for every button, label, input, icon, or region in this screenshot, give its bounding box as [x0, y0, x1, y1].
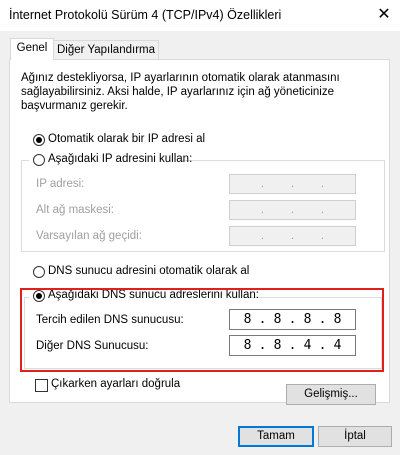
tab-genel[interactable]: Genel	[10, 38, 54, 60]
radio-ip-manual[interactable]	[33, 154, 45, 166]
tab-diger-yapilandirma[interactable]: Diğer Yapılandırma	[53, 40, 159, 60]
alternate-dns-label: Diğer DNS Sunucusu:	[36, 340, 149, 352]
alternate-dns-input[interactable]: 8.8.4.4	[229, 335, 356, 356]
ip-address-label: IP adresi:	[36, 178, 85, 190]
ok-button[interactable]: Tamam	[238, 426, 314, 447]
radio-dns-auto[interactable]	[33, 266, 45, 278]
default-gateway-label: Varsayılan ağ geçidi:	[36, 230, 142, 242]
preferred-dns-input[interactable]: 8.8.8.8	[229, 309, 356, 330]
subnet-mask-input[interactable]: ...	[229, 200, 356, 220]
subnet-mask-label: Alt ağ maskesi:	[36, 204, 114, 216]
radio-dns-auto-label: DNS sunucu adresini otomatik olarak al	[48, 265, 250, 277]
radio-ip-auto[interactable]	[33, 134, 45, 146]
preferred-dns-label: Tercih edilen DNS sunucusu:	[36, 314, 184, 326]
description-text: Ağınız destekliyorsa, IP ayarlarının oto…	[21, 72, 340, 112]
radio-ip-auto-label: Otomatik olarak bir IP adresi al	[48, 133, 206, 145]
advanced-button[interactable]: Gelişmiş...	[286, 384, 376, 405]
ip-address-input[interactable]: ...	[229, 174, 356, 194]
radio-dns-manual-label: Aşağıdaki DNS sunucu adreslerini kullan:	[48, 289, 259, 301]
close-icon[interactable]: ✕	[372, 3, 396, 27]
default-gateway-input[interactable]: ...	[229, 226, 356, 246]
validate-label: Çıkarken ayarları doğrula	[51, 378, 181, 390]
radio-ip-manual-label: Aşağıdaki IP adresini kullan:	[48, 153, 193, 165]
dns-manual-group	[24, 297, 382, 369]
cancel-button[interactable]: İptal	[318, 426, 392, 447]
window-title: İnternet Protokolü Sürüm 4 (TCP/IPv4) Öz…	[9, 8, 282, 22]
radio-dns-manual[interactable]	[33, 290, 45, 302]
validate-checkbox[interactable]	[35, 379, 48, 392]
